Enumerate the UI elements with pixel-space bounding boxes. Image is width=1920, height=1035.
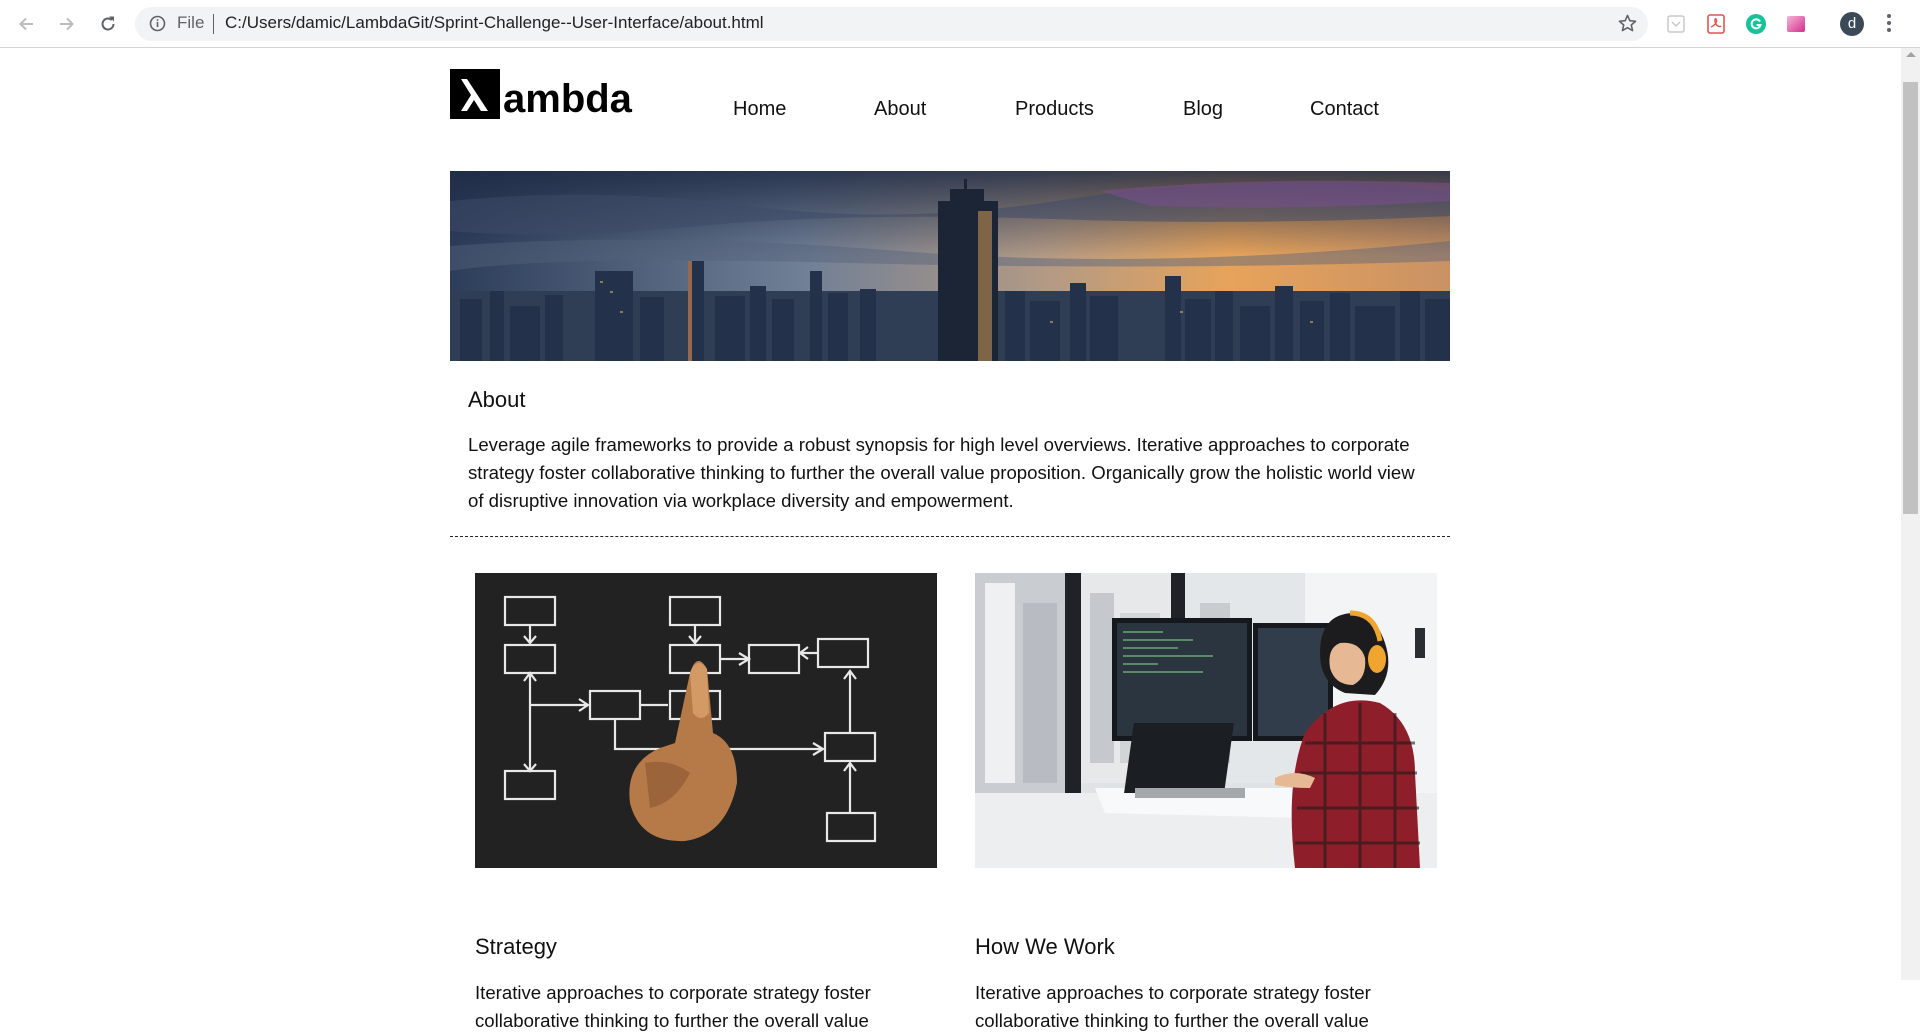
section-divider bbox=[450, 536, 1450, 537]
info-icon[interactable] bbox=[149, 15, 166, 37]
hero-skyline-image bbox=[450, 171, 1450, 361]
omnibox-separator bbox=[213, 14, 214, 34]
how-we-work-title: How We Work bbox=[975, 934, 1115, 959]
forward-icon[interactable] bbox=[53, 10, 81, 38]
strategy-text: Iterative approaches to corporate strate… bbox=[475, 982, 871, 1031]
kebab-menu-icon[interactable] bbox=[1886, 13, 1892, 38]
vertical-scrollbar[interactable] bbox=[1901, 48, 1920, 980]
how-we-work-text: Iterative approaches to corporate strate… bbox=[975, 982, 1371, 1031]
developer-workspace-image bbox=[975, 573, 1437, 868]
about-title: About bbox=[468, 387, 526, 412]
extension-gradient-icon[interactable] bbox=[1785, 13, 1807, 35]
nav-link-contact[interactable]: Contact bbox=[1310, 98, 1379, 121]
strategy-title: Strategy bbox=[475, 934, 557, 959]
nav-link-products[interactable]: Products bbox=[1015, 98, 1094, 121]
back-icon[interactable] bbox=[12, 10, 40, 38]
pocket-icon[interactable] bbox=[1665, 13, 1687, 35]
how-we-work-card: How We Work Iterative approaches to corp… bbox=[975, 573, 1437, 1031]
protocol-label: File bbox=[177, 13, 205, 32]
strategy-card: Strategy Iterative approaches to corpora… bbox=[475, 573, 937, 1031]
about-text: Leverage agile frameworks to provide a r… bbox=[468, 434, 1415, 511]
main-nav: Home About Products Blog Contact bbox=[450, 98, 1450, 138]
nav-link-about[interactable]: About bbox=[874, 98, 926, 121]
avatar[interactable]: d bbox=[1840, 12, 1864, 36]
pdf-icon[interactable] bbox=[1705, 13, 1727, 35]
nav-link-blog[interactable]: Blog bbox=[1183, 98, 1223, 121]
strategy-flowchart-image bbox=[475, 573, 937, 868]
reload-icon[interactable] bbox=[94, 10, 122, 38]
address-bar[interactable]: File C:/Users/damic/LambdaGit/Sprint-Cha… bbox=[135, 7, 1648, 41]
grammarly-icon[interactable] bbox=[1745, 13, 1767, 35]
scroll-up-arrow-icon[interactable] bbox=[1906, 52, 1916, 57]
nav-link-home[interactable]: Home bbox=[733, 98, 786, 121]
browser-toolbar: File C:/Users/damic/LambdaGit/Sprint-Cha… bbox=[0, 0, 1920, 48]
url-text[interactable]: C:/Users/damic/LambdaGit/Sprint-Challeng… bbox=[225, 13, 764, 33]
star-icon[interactable] bbox=[1617, 13, 1638, 39]
scrollbar-thumb[interactable] bbox=[1903, 82, 1918, 514]
